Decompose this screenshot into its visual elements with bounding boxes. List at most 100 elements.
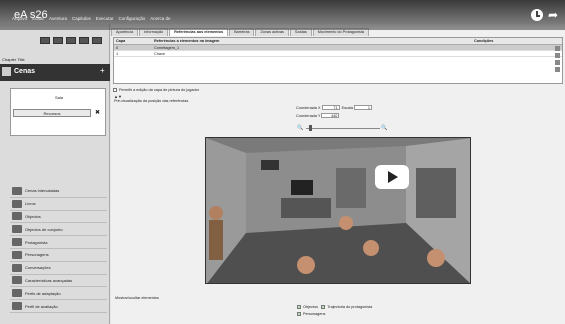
checkbox-box[interactable]	[297, 312, 301, 316]
nav-item-advanced[interactable]: Características avançadas	[10, 275, 107, 288]
slider-handle[interactable]	[309, 125, 312, 131]
scene-icon	[2, 67, 11, 76]
advanced-icon	[12, 276, 22, 285]
col-layer: Capa	[116, 39, 126, 43]
settings-icon[interactable]	[92, 37, 102, 44]
scene-preview[interactable]	[205, 137, 471, 284]
nav-item-set-objects[interactable]: Objectos de conjunto	[10, 223, 107, 237]
coord-y-field[interactable]: 440	[321, 113, 340, 118]
row-layer: 1	[116, 52, 119, 56]
col-conditions: Condições	[474, 39, 494, 43]
slider-track[interactable]	[306, 128, 380, 129]
nav-item-label: Livros	[25, 201, 36, 207]
references-table: Capa Referências a elementos na imagem C…	[113, 37, 563, 84]
left-pane: Chapter Title Cenas + Sala Recursos ✖ Ce…	[0, 24, 110, 324]
col-references: Referências a elementos na imagem	[154, 39, 220, 43]
option-label: Trajectoria do protagonista	[327, 305, 373, 309]
zoom-slider[interactable]: 🔍 🔍	[297, 125, 387, 131]
table-header: Capa Referências a elementos na imagem C…	[114, 38, 562, 45]
visibility-options: Objectos Trajectoria do protagonista Per…	[297, 304, 372, 318]
option-objects[interactable]: Objectos	[297, 305, 318, 309]
preview-label: Pré-visualização da posição das referênc…	[114, 99, 189, 103]
row-ref: Cornetagem_1	[154, 46, 180, 50]
move-down-icon[interactable]	[555, 67, 560, 72]
menu-run[interactable]: Executar	[96, 14, 114, 24]
section-header[interactable]: Cenas +	[0, 64, 110, 81]
option-characters[interactable]: Personagens	[297, 312, 325, 316]
nav-item-conversations[interactable]: Conversações	[10, 262, 107, 275]
option-trajectory[interactable]: Trajectoria do protagonista	[321, 305, 372, 309]
right-pane: Aparência Informação Referências aos ele…	[111, 24, 565, 324]
option-label: Objectos	[303, 305, 318, 309]
option-label: Personagens	[303, 312, 326, 316]
nav-item-label: Protagonista	[25, 239, 48, 245]
nav-item-label: Cenas intercaladas	[25, 188, 60, 194]
nav-item-characters[interactable]: Personagens	[10, 249, 107, 262]
checkbox-box[interactable]	[321, 305, 326, 309]
menu-about[interactable]: Acerca de	[150, 14, 170, 24]
run-icon[interactable]	[79, 37, 89, 44]
nav-list: Cenas intercaladas Livros Objectos Objec…	[10, 185, 107, 313]
nav-item-objects[interactable]: Objectos	[10, 211, 107, 224]
protagonist-icon	[12, 238, 22, 247]
book-icon	[12, 199, 22, 208]
menu-config[interactable]: Configuração	[119, 14, 146, 24]
video-play-button[interactable]	[375, 165, 409, 189]
menu-adventure[interactable]: Aventura	[49, 14, 67, 24]
nav-item-label: Objectos	[25, 213, 41, 219]
conversation-icon	[12, 263, 22, 272]
nav-item-label: Conversações	[25, 265, 51, 271]
nav-item-books[interactable]: Livros	[10, 198, 107, 211]
row-layer: 0	[116, 46, 119, 50]
add-row-icon[interactable]	[555, 46, 560, 51]
scene-image	[206, 138, 470, 283]
nav-item-label: Personagens	[25, 252, 49, 258]
menu-file[interactable]: Arquivo	[12, 14, 27, 24]
coordinates: Coordenada X 71 Escala 1 Coordenada Y 440	[296, 104, 373, 120]
nav-item-adaptation[interactable]: Perfis de adaptação	[10, 287, 107, 301]
open-icon[interactable]	[53, 37, 63, 44]
toolbar	[40, 37, 102, 44]
delete-row-icon[interactable]	[555, 53, 560, 58]
coord-x-label: Coordenada X	[296, 106, 321, 110]
save-icon[interactable]	[66, 37, 76, 44]
nav-item-label: Objectos de conjunto	[25, 226, 63, 232]
nav-item-cutscenes[interactable]: Cenas intercaladas	[10, 185, 107, 198]
row-actions	[555, 46, 561, 74]
zoom-in-icon[interactable]: 🔍	[381, 125, 387, 131]
scale-field[interactable]: 1	[353, 105, 372, 110]
coord-y-label: Coordenada Y	[296, 114, 321, 118]
nav-item-assessment[interactable]: Perfil de avaliação	[10, 300, 107, 313]
scale-label: Escala	[341, 106, 353, 110]
chapter-title: Chapter Title	[2, 57, 25, 62]
scene-card[interactable]: Sala Recursos ✖	[10, 88, 106, 136]
resources-button[interactable]: Recursos	[13, 109, 91, 117]
menu-bar: Arquivo Editar Aventura Capitulos Execut…	[0, 14, 200, 24]
adaptation-icon	[12, 289, 22, 298]
delete-icon[interactable]: ✖	[95, 109, 100, 116]
cutscene-icon	[12, 186, 22, 195]
nav-item-label: Perfis de adaptação	[25, 290, 61, 296]
checkbox-box[interactable]	[113, 88, 117, 92]
object-icon	[12, 212, 22, 221]
nav-item-protagonist[interactable]: Protagonista	[10, 236, 107, 249]
watch-later-icon[interactable]	[531, 9, 543, 21]
add-icon[interactable]: +	[100, 66, 105, 75]
nav-item-label: Características avançadas	[25, 277, 73, 283]
checkbox-box[interactable]	[297, 305, 301, 309]
move-up-icon[interactable]	[555, 60, 560, 65]
menu-edit[interactable]: Editar	[32, 14, 44, 24]
zoom-out-icon[interactable]: 🔍	[297, 125, 303, 131]
table-row[interactable]: 1 Chave	[114, 51, 562, 57]
assessment-icon	[12, 302, 22, 311]
coord-x-field[interactable]: 71	[321, 105, 340, 110]
nav-item-label: Perfil de avaliação	[25, 303, 58, 309]
set-object-icon	[12, 225, 22, 234]
row-ref: Chave	[154, 52, 165, 56]
menu-chapters[interactable]: Capitulos	[72, 14, 91, 24]
new-icon[interactable]	[40, 37, 50, 44]
share-icon[interactable]: ➦	[548, 8, 558, 22]
player-layer-checkbox[interactable]: Permitir a edição da capa de pintura do …	[113, 88, 199, 92]
section-title: Cenas	[14, 68, 36, 75]
show-hide-label: Mostrar/ocultar elementos	[115, 296, 159, 300]
